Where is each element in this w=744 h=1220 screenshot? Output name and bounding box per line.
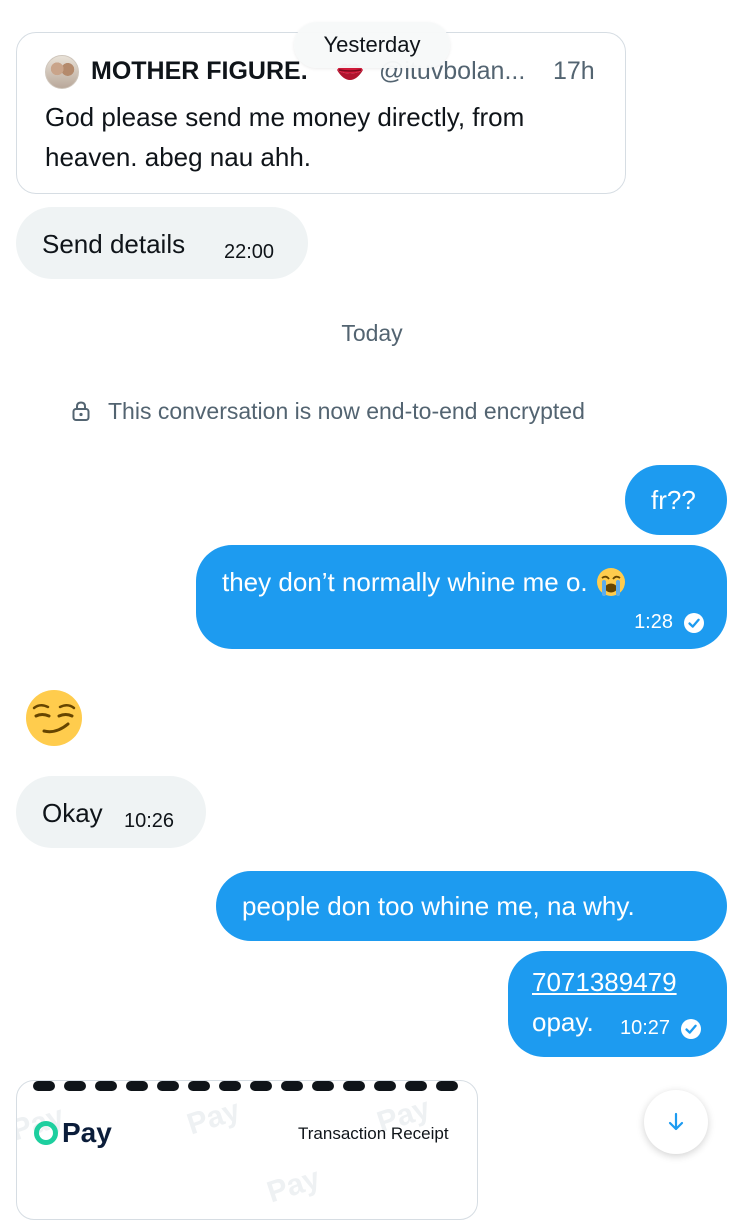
arrow-down-icon (668, 1112, 684, 1131)
message-text: Okay (42, 798, 103, 828)
message-time: 1:28 (634, 611, 673, 633)
message-bubble-incoming[interactable]: Okay 10:26 (16, 776, 206, 848)
loudly-crying-face-emoji (596, 568, 625, 596)
opay-logo-mark (34, 1121, 58, 1145)
check-circle-icon (684, 612, 704, 633)
message-text: they don’t normally whine me o. (222, 567, 588, 597)
message-text: Send details (42, 229, 186, 259)
message-text: people don too whine me, na why. (242, 891, 635, 921)
phone-number-link[interactable]: 7071389479 (532, 967, 677, 998)
avatar[interactable] (45, 55, 79, 89)
transaction-receipt-image[interactable]: Pay Pay Pay Pay (16, 1080, 478, 1220)
opay-brand-text: Pay (62, 1117, 112, 1148)
scroll-to-bottom-button[interactable] (644, 1090, 708, 1154)
receipt-perforation (33, 1081, 458, 1091)
check-circle-icon (681, 1018, 702, 1039)
message-bubble-outgoing[interactable]: people don too whine me, na why. (216, 871, 727, 941)
lock-icon (72, 401, 90, 421)
message-bubble-outgoing[interactable]: they don’t normally whine me o. 1:28 (196, 545, 727, 649)
smirking-face-emoji[interactable] (24, 688, 84, 748)
receipt-watermark: Pay (183, 1093, 245, 1142)
message-time: 10:26 (124, 810, 175, 832)
quoted-timestamp: 17h (553, 57, 595, 85)
opay-logo: Pay (34, 1117, 112, 1149)
quoted-tweet-text: God please send me money directly, from … (45, 102, 525, 172)
quoted-author-name: MOTHER FIGURE. (91, 57, 308, 85)
message-text: fr?? (651, 485, 696, 515)
message-time: 10:27 (620, 1017, 671, 1039)
message-text: opay. (532, 1007, 594, 1037)
message-bubble-outgoing[interactable]: fr?? (625, 465, 727, 535)
date-separator-yesterday: Yesterday (294, 22, 450, 68)
receipt-watermark: Pay (263, 1161, 325, 1210)
message-bubble-outgoing[interactable]: 7071389479 opay. 10:27 (508, 951, 727, 1057)
date-separator-today: Today (341, 320, 403, 346)
encryption-notice-text: This conversation is now end-to-end encr… (108, 397, 585, 424)
encryption-notice: This conversation is now end-to-end encr… (70, 396, 585, 426)
message-time: 22:00 (224, 241, 275, 263)
receipt-title: Transaction Receipt (298, 1124, 449, 1143)
message-bubble-incoming[interactable]: Send details 22:00 (16, 207, 308, 279)
